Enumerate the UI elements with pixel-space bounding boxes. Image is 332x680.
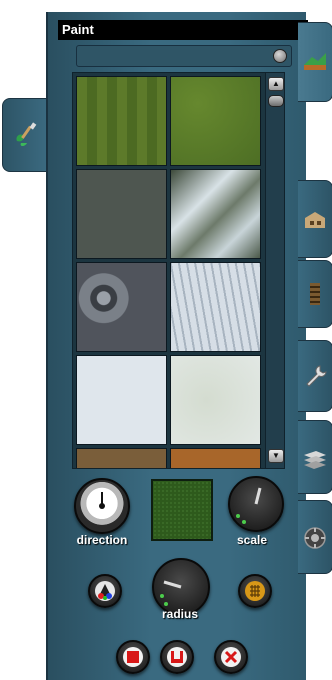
direction-knob[interactable] bbox=[74, 478, 130, 534]
paint-brush-tab[interactable] bbox=[2, 98, 47, 172]
direction-label: direction bbox=[76, 533, 128, 547]
swatch-snow-streaks[interactable] bbox=[170, 262, 261, 352]
color-picker-icon bbox=[95, 581, 115, 601]
swatch-scrollbar[interactable]: ▲ ▼ bbox=[265, 72, 285, 469]
swatch-snow-grass[interactable] bbox=[170, 355, 261, 445]
swatch-striped-grass[interactable] bbox=[76, 76, 167, 166]
tab-tools[interactable] bbox=[298, 340, 332, 412]
wrench-icon bbox=[306, 365, 327, 387]
swatch-dark-gravel[interactable] bbox=[76, 169, 167, 259]
fill-icon bbox=[167, 647, 187, 667]
color-picker-button[interactable] bbox=[88, 574, 122, 608]
layers-icon bbox=[304, 451, 326, 469]
fill-button[interactable] bbox=[160, 640, 194, 674]
track-icon bbox=[310, 283, 320, 305]
swatch-orange-dirt[interactable] bbox=[170, 448, 261, 468]
tab-buildings[interactable] bbox=[298, 180, 332, 258]
terrain-icon bbox=[304, 53, 326, 70]
panel-title: Paint bbox=[58, 20, 308, 40]
tab-settings[interactable] bbox=[298, 500, 332, 574]
swatch-dirt[interactable] bbox=[76, 448, 167, 468]
tab-terrain[interactable] bbox=[298, 22, 332, 102]
scale-dial-icon bbox=[236, 487, 262, 524]
paint-brush-icon bbox=[16, 122, 37, 146]
direction-dial-icon bbox=[99, 492, 105, 509]
texture-preview bbox=[151, 479, 213, 541]
swatch-granite[interactable] bbox=[76, 262, 167, 352]
grid-icon bbox=[245, 581, 265, 601]
chevron-down-icon bbox=[273, 49, 287, 63]
close-icon bbox=[221, 647, 241, 667]
texture-category-dropdown[interactable] bbox=[76, 45, 292, 67]
radius-dial-icon bbox=[160, 580, 182, 606]
stop-icon bbox=[123, 647, 143, 667]
settings-icon bbox=[304, 527, 326, 549]
grid-button[interactable] bbox=[238, 574, 272, 608]
scroll-thumb[interactable] bbox=[268, 95, 284, 107]
clear-button[interactable] bbox=[214, 640, 248, 674]
scale-label: scale bbox=[236, 533, 268, 547]
stop-button[interactable] bbox=[116, 640, 150, 674]
scroll-down-icon[interactable]: ▼ bbox=[268, 449, 284, 463]
texture-swatch-grid bbox=[72, 72, 267, 469]
building-icon bbox=[305, 212, 325, 228]
tab-track[interactable] bbox=[298, 260, 332, 328]
radius-label: radius bbox=[161, 607, 198, 621]
swatch-stream-rocks[interactable] bbox=[170, 169, 261, 259]
scroll-up-icon[interactable]: ▲ bbox=[268, 77, 284, 91]
swatch-grass[interactable] bbox=[170, 76, 261, 166]
scale-knob[interactable] bbox=[228, 476, 284, 532]
paint-panel: Paint ▲ ▼ direction scale radius bbox=[46, 12, 308, 680]
swatch-snow[interactable] bbox=[76, 355, 167, 445]
tab-layers[interactable] bbox=[298, 420, 332, 494]
